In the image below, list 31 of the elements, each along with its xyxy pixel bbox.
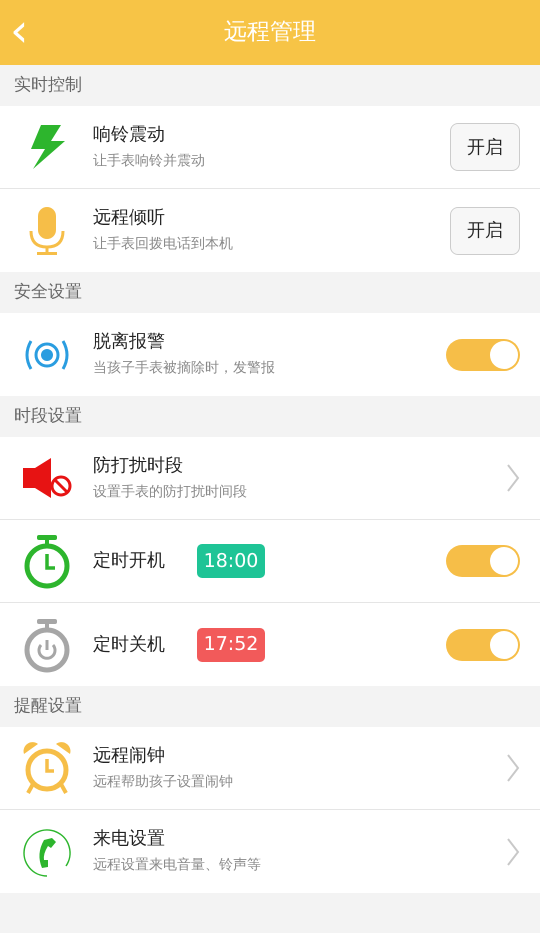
enable-button[interactable]: 开启 xyxy=(450,206,520,254)
item-title: 防打扰时段 xyxy=(93,454,183,478)
chevron-right-icon xyxy=(506,463,520,493)
chevron-right-icon xyxy=(506,836,520,866)
microphone-icon xyxy=(26,204,66,256)
item-title: 来电设置 xyxy=(93,827,165,851)
toggle-switch[interactable] xyxy=(446,338,520,370)
item-title: 远程倾听 xyxy=(93,206,165,230)
item-subtitle: 当孩子手表被摘除时，发警报 xyxy=(93,359,276,378)
item-title: 定时开机 xyxy=(93,549,165,573)
section-header: 时段设置 xyxy=(14,404,82,428)
item-title: 脱离报警 xyxy=(93,330,165,354)
stopwatch-power-icon xyxy=(22,616,70,672)
toggle-switch[interactable] xyxy=(446,628,520,660)
item-subtitle: 让手表响铃并震动 xyxy=(93,152,206,170)
item-title: 响铃震动 xyxy=(93,122,165,146)
item-subtitle: 远程设置来电音量、铃声等 xyxy=(93,856,262,875)
stopwatch-icon xyxy=(22,533,70,589)
section-header: 提醒设置 xyxy=(14,694,82,718)
chevron-right-icon xyxy=(506,753,520,783)
section-header: 实时控制 xyxy=(14,74,82,97)
page-title: 远程管理 xyxy=(224,18,316,48)
section-header: 安全设置 xyxy=(14,280,82,304)
enable-button[interactable]: 开启 xyxy=(450,123,520,171)
muted-speaker-icon xyxy=(20,456,72,500)
item-title: 远程闹钟 xyxy=(93,744,165,768)
toggle-switch[interactable] xyxy=(446,545,520,577)
item-subtitle: 远程帮助孩子设置闹钟 xyxy=(93,772,234,792)
item-subtitle: 设置手表的防打扰时间段 xyxy=(93,482,248,502)
item-subtitle: 让手表回拨电话到本机 xyxy=(93,235,234,254)
item-title: 定时关机 xyxy=(93,632,165,656)
